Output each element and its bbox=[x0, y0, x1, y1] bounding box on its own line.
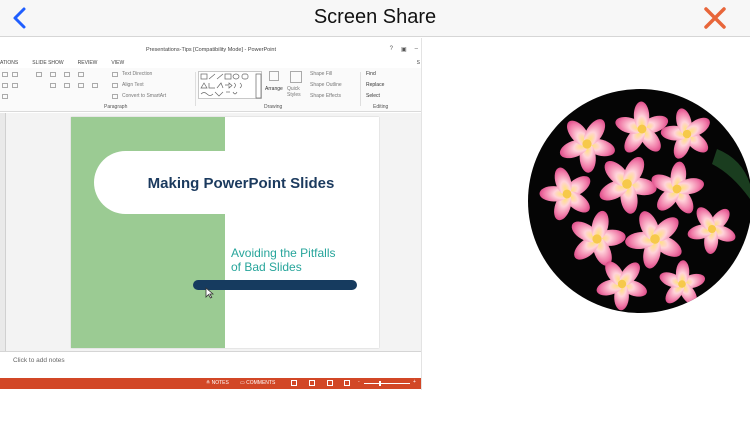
arrange-icon bbox=[269, 71, 279, 81]
navigation-bar: Screen Share bbox=[0, 0, 750, 37]
increase-indent-button[interactable] bbox=[78, 72, 84, 77]
font-button[interactable] bbox=[2, 72, 8, 77]
reading-view-button[interactable] bbox=[327, 380, 333, 386]
help-button[interactable]: ? bbox=[390, 46, 393, 53]
slideshow-button[interactable] bbox=[344, 380, 350, 386]
page-title: Screen Share bbox=[313, 6, 437, 28]
tab-view[interactable]: VIEW bbox=[104, 58, 131, 68]
text-direction-button[interactable]: Text Direction bbox=[122, 71, 152, 77]
select-button[interactable]: Select bbox=[366, 93, 380, 99]
subtitle-line-2: of Bad Slides bbox=[231, 260, 302, 274]
slide-sorter-button[interactable] bbox=[309, 380, 315, 386]
tab-review[interactable]: REVIEW bbox=[71, 58, 105, 68]
ribbon-tabs: ATIONS SLIDE SHOW REVIEW VIEW S bbox=[0, 58, 421, 68]
close-button[interactable] bbox=[702, 5, 728, 31]
ribbon-separator bbox=[360, 72, 361, 106]
slide-accent-bar bbox=[193, 280, 357, 290]
notes-label: NOTES bbox=[211, 380, 229, 386]
zoom-slider-thumb[interactable] bbox=[379, 381, 381, 386]
numbering-button[interactable] bbox=[50, 72, 56, 77]
grow-font-button[interactable] bbox=[12, 83, 18, 88]
status-bar: ≙ NOTES ▭ COMMENTS - + bbox=[0, 378, 421, 389]
smartart-icon bbox=[112, 94, 118, 99]
mouse-cursor-icon bbox=[205, 287, 214, 299]
ribbon: Text Direction Align Text Convert to Sma… bbox=[0, 68, 421, 112]
tab-slide-show[interactable]: SLIDE SHOW bbox=[25, 58, 70, 68]
normal-view-button[interactable] bbox=[291, 380, 297, 386]
comments-toggle-button[interactable]: ▭ COMMENTS bbox=[240, 380, 275, 386]
subtitle-line-1: Avoiding the Pitfalls bbox=[231, 246, 336, 260]
decrease-indent-button[interactable] bbox=[64, 72, 70, 77]
shape-effects-button[interactable]: Shape Effects bbox=[310, 93, 341, 99]
shapes-gallery[interactable] bbox=[198, 71, 262, 99]
shared-screen: Presentations-Tips [Compatibility Mode] … bbox=[0, 38, 422, 390]
align-text-button[interactable]: Align Text bbox=[122, 82, 144, 88]
slide-subtitle[interactable]: Avoiding the Pitfalls of Bad Slides bbox=[231, 246, 371, 274]
paragraph-group-label: Paragraph bbox=[104, 104, 128, 110]
justify-button[interactable] bbox=[92, 83, 98, 88]
document-title: Presentations-Tips [Compatibility Mode] … bbox=[145, 47, 276, 53]
editing-group-label: Editing bbox=[373, 104, 389, 110]
text-direction-icon bbox=[112, 72, 118, 77]
align-center-button[interactable] bbox=[64, 83, 70, 88]
close-icon bbox=[704, 7, 726, 29]
app-title-bar: Presentations-Tips [Compatibility Mode] … bbox=[0, 43, 421, 57]
clear-format-button[interactable] bbox=[2, 94, 8, 99]
slide-title[interactable]: Making PowerPoint Slides bbox=[121, 175, 361, 192]
align-text-icon bbox=[112, 83, 118, 88]
notes-placeholder: Click to add notes bbox=[13, 357, 65, 364]
slide-canvas[interactable]: Making PowerPoint Slides Avoiding the Pi… bbox=[71, 117, 379, 348]
zoom-out-button[interactable]: - bbox=[358, 379, 360, 385]
find-button[interactable]: Find bbox=[366, 71, 376, 77]
drawing-group-label: Drawing bbox=[264, 104, 283, 110]
camera-preview[interactable] bbox=[527, 89, 750, 314]
tab-animations[interactable]: ATIONS bbox=[0, 58, 25, 68]
tab-sign-in[interactable]: S bbox=[410, 58, 421, 68]
shapes-icon bbox=[200, 73, 262, 99]
align-left-button[interactable] bbox=[50, 83, 56, 88]
minimize-button[interactable]: – bbox=[415, 46, 418, 53]
replace-button[interactable]: Replace bbox=[366, 82, 384, 88]
thumbnail-pane[interactable] bbox=[0, 113, 6, 351]
shape-outline-button[interactable]: Shape Outline bbox=[310, 82, 342, 88]
bullets-button[interactable] bbox=[36, 72, 42, 77]
font-size-button[interactable] bbox=[12, 72, 18, 77]
notes-pane[interactable]: Click to add notes bbox=[0, 351, 421, 378]
shape-fill-button[interactable]: Shape Fill bbox=[310, 71, 332, 77]
ribbon-display-button[interactable]: ▣ bbox=[401, 46, 407, 53]
slide-workspace: Making PowerPoint Slides Avoiding the Pi… bbox=[0, 113, 421, 351]
font-color-button[interactable] bbox=[2, 83, 8, 88]
align-right-button[interactable] bbox=[78, 83, 84, 88]
convert-to-smartart-button[interactable]: Convert to SmartArt bbox=[122, 93, 166, 99]
zoom-slider[interactable] bbox=[364, 383, 410, 384]
ribbon-separator bbox=[195, 72, 196, 106]
arrange-button[interactable]: Arrange bbox=[265, 86, 283, 92]
quick-styles-button[interactable]: Quick Styles bbox=[287, 86, 307, 98]
quick-styles-icon bbox=[290, 71, 302, 83]
window-controls: ? ▣ – bbox=[390, 46, 418, 53]
camera-feed-image bbox=[528, 89, 750, 313]
comments-label: COMMENTS bbox=[246, 380, 276, 386]
zoom-in-button[interactable]: + bbox=[413, 379, 416, 385]
notes-toggle-button[interactable]: ≙ NOTES bbox=[206, 380, 229, 386]
